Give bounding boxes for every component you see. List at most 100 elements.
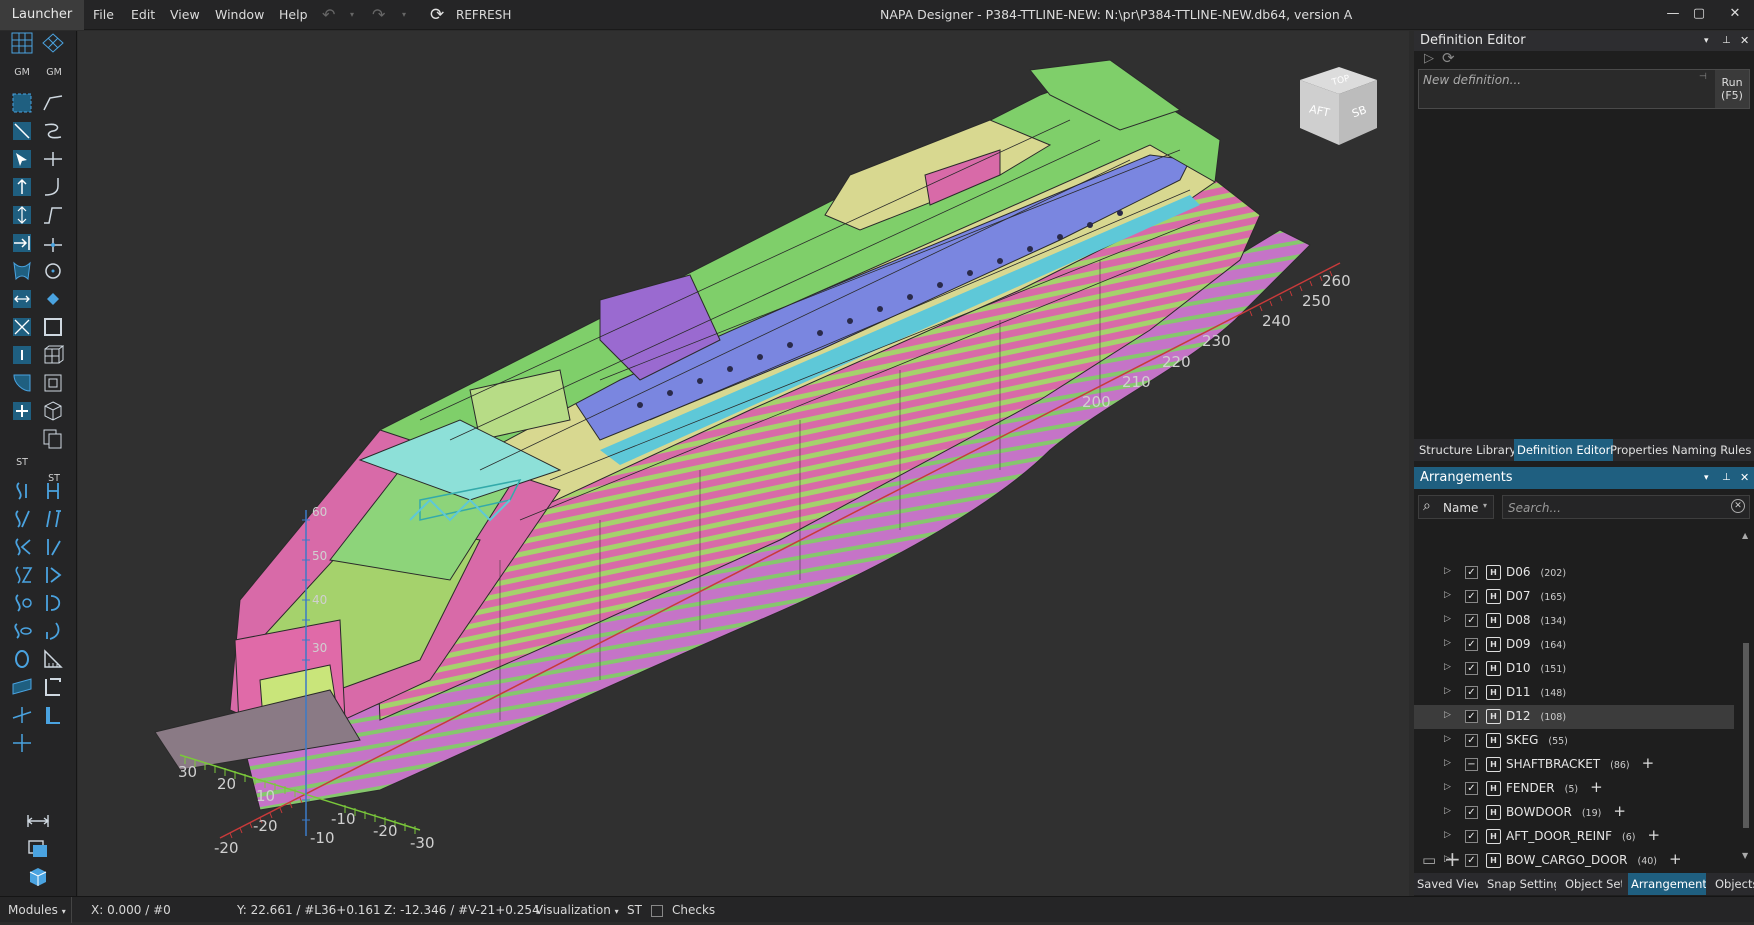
tab-arrangements[interactable]: Arrangements [1628, 873, 1706, 895]
menu-edit[interactable]: Edit [131, 0, 155, 30]
expand-arrow-icon[interactable]: ▷ [1444, 686, 1451, 696]
st-toggle[interactable]: ST [627, 897, 642, 923]
expand-arrow-icon[interactable]: ▷ [1444, 590, 1451, 600]
diamond-icon[interactable] [40, 287, 66, 311]
menu-file[interactable]: File [93, 0, 114, 30]
pin-icon[interactable]: ⊥ [1722, 31, 1731, 51]
tree-item-d09[interactable]: ▷ ✓ H D09 (164) [1414, 633, 1734, 657]
layers-icon[interactable] [25, 837, 51, 861]
scroll-thumb[interactable] [1743, 643, 1749, 828]
play-icon[interactable]: ▷ [1424, 51, 1434, 66]
stiffener-double-icon[interactable] [9, 535, 35, 559]
tab-naming-rules[interactable]: Naming Rules [1669, 439, 1754, 461]
add-panel-icon[interactable] [9, 399, 35, 423]
bracket-arrow-icon[interactable] [40, 563, 66, 587]
item-checkbox[interactable]: ✓ [1465, 830, 1478, 843]
bracket-bend-icon[interactable] [40, 619, 66, 643]
navigation-cube[interactable]: TOP AFT SB [1297, 62, 1387, 155]
refresh-button[interactable]: REFRESH [456, 0, 511, 30]
item-checkbox[interactable]: − [1465, 758, 1478, 771]
expand-arrow-icon[interactable]: ▷ [1444, 782, 1451, 792]
add-item-icon[interactable]: + [1590, 778, 1603, 796]
modules-dropdown[interactable]: Modules ▾ [8, 897, 72, 923]
add-item-icon[interactable]: + [1642, 754, 1655, 772]
tab-snap-settings[interactable]: Snap Settings [1484, 873, 1556, 895]
hole-icon[interactable] [9, 647, 35, 671]
item-checkbox[interactable]: ✓ [1465, 782, 1478, 795]
visualization-dropdown[interactable]: Visualization ▾ [535, 897, 619, 923]
collapse-icon[interactable]: ⊣ [1699, 72, 1707, 82]
stiffener-seam-icon[interactable] [9, 563, 35, 587]
item-checkbox[interactable]: ✓ [1465, 854, 1478, 867]
folder-icon[interactable]: ▭ [1422, 851, 1436, 869]
polyline-icon[interactable] [40, 91, 66, 115]
arc-icon[interactable] [40, 175, 66, 199]
tree-item-shaftbracket[interactable]: ▷ − H SHAFTBRACKET (86) + [1414, 753, 1734, 777]
tree-item-bowdoor[interactable]: ▷ ✓ H BOWDOOR (19) + [1414, 801, 1734, 825]
expand-arrow-icon[interactable]: ▷ [1444, 566, 1451, 576]
ship-model[interactable]: 260 250 240 230 220 210 200 30 20 10 -10… [78, 31, 1409, 896]
close-icon[interactable]: ✕ [1718, 0, 1752, 30]
search-input[interactable]: Search... ✕ [1502, 495, 1750, 519]
item-checkbox[interactable]: ✓ [1465, 734, 1478, 747]
tree-item-d07[interactable]: ▷ ✓ H D07 (165) [1414, 585, 1734, 609]
item-checkbox[interactable]: ✓ [1465, 638, 1478, 651]
expand-arrow-icon[interactable]: ▷ [1444, 638, 1451, 648]
checks-checkbox[interactable] [651, 905, 663, 917]
solid-box-icon[interactable] [40, 371, 66, 395]
tree-item-d11[interactable]: ▷ ✓ H D11 (148) [1414, 681, 1734, 705]
stiffener-icon[interactable] [9, 479, 35, 503]
spline-icon[interactable] [40, 119, 66, 143]
expand-arrow-icon[interactable]: ▷ [1444, 758, 1451, 768]
3d-cube-icon[interactable] [25, 865, 51, 889]
tab-objects[interactable]: Objects [1712, 873, 1754, 895]
filter-dropdown[interactable]: ⌕ Name ▾ [1418, 495, 1494, 519]
select-box-icon[interactable] [9, 91, 35, 115]
plane-grid-icon[interactable] [40, 31, 66, 55]
menu-help[interactable]: Help [279, 0, 308, 30]
3d-viewport[interactable]: 260 250 240 230 220 210 200 30 20 10 -10… [78, 31, 1409, 896]
up-arrow-icon[interactable] [9, 175, 35, 199]
tab-properties[interactable]: Properties [1607, 439, 1671, 461]
profile-t-icon[interactable] [40, 703, 66, 727]
line-tool-icon[interactable] [9, 119, 35, 143]
panel-close-icon[interactable]: ✕ [1740, 31, 1749, 51]
point-icon[interactable] [40, 231, 66, 255]
mesh-icon[interactable] [40, 343, 66, 367]
cutout-loop-icon[interactable] [9, 619, 35, 643]
item-checkbox[interactable]: ✓ [1465, 806, 1478, 819]
align-icon[interactable] [25, 809, 51, 833]
crosshair-icon[interactable] [9, 731, 35, 755]
intersect-icon[interactable] [40, 147, 66, 171]
tree-item-aft_door_reinf[interactable]: ▷ ✓ H AFT_DOOR_REINF (6) + [1414, 825, 1734, 849]
plate-icon[interactable] [9, 675, 35, 699]
tree-item-skeg[interactable]: ▷ ✓ H SKEG (55) [1414, 729, 1734, 753]
redo-icon[interactable]: ↷ [372, 0, 385, 30]
expand-icon[interactable] [9, 315, 35, 339]
bracket-slash-icon[interactable] [40, 507, 66, 531]
menu-window[interactable]: Window [215, 0, 264, 30]
item-checkbox[interactable]: ✓ [1465, 710, 1478, 723]
copy-object-icon[interactable] [40, 427, 66, 451]
item-checkbox[interactable]: ✓ [1465, 566, 1478, 579]
cube-icon[interactable] [40, 399, 66, 423]
redo-dropdown-icon[interactable]: ▾ [402, 0, 406, 30]
add-item-icon[interactable]: + [1648, 826, 1661, 844]
expand-arrow-icon[interactable]: ▷ [1444, 710, 1451, 720]
arr-menu-icon[interactable]: ▾ [1704, 467, 1709, 489]
add-icon[interactable]: + [1444, 847, 1461, 871]
tab-structure-library[interactable]: Structure Library [1416, 439, 1519, 461]
extend-icon[interactable] [9, 231, 35, 255]
info-panel-icon[interactable] [9, 343, 35, 367]
tab-definition-editor[interactable]: Definition Editor [1514, 439, 1614, 461]
undo-dropdown-icon[interactable]: ▾ [350, 0, 354, 30]
arrow-select-icon[interactable] [9, 147, 35, 171]
expand-arrow-icon[interactable]: ▷ [1444, 614, 1451, 624]
add-item-icon[interactable]: + [1613, 802, 1626, 820]
maximize-icon[interactable]: ▢ [1682, 0, 1716, 30]
scroll-down-icon[interactable]: ▼ [1742, 851, 1748, 860]
arr-pin-icon[interactable]: ⊥ [1722, 467, 1731, 489]
expand-arrow-icon[interactable]: ▷ [1444, 662, 1451, 672]
surface-icon[interactable] [9, 259, 35, 283]
undo-icon[interactable]: ↶ [322, 0, 335, 30]
